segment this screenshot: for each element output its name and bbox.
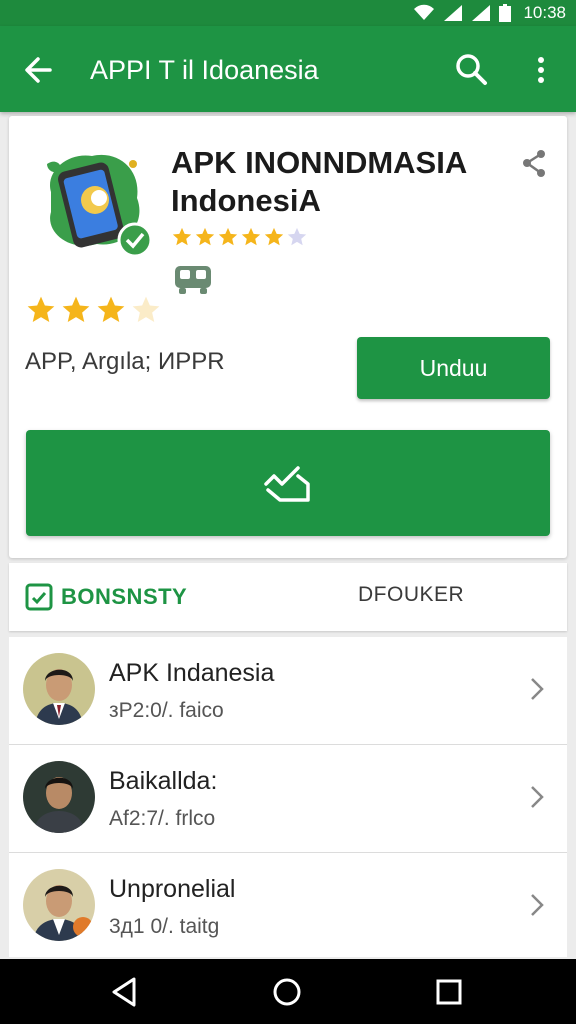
download-button[interactable]: Unduu [357, 337, 550, 399]
app-bar-title: APPI T il Idoanesia [90, 55, 319, 85]
avatar [23, 761, 95, 833]
avatar [23, 869, 95, 941]
bus-icon [175, 266, 211, 294]
star-icon [218, 227, 238, 246]
signal-icon [444, 5, 463, 21]
chevron-right-icon [531, 894, 544, 916]
app-bar: APPI T il Idoanesia [0, 26, 576, 112]
app-icon [47, 154, 153, 258]
system-nav-bar [0, 959, 576, 1024]
app-detail-card: APK INONNDMASIA IndonesiA APP, Argıla; И… [9, 116, 567, 558]
star-icon [264, 227, 284, 246]
big-star-rating [25, 294, 162, 328]
star-empty-icon [287, 227, 307, 246]
share-icon[interactable] [517, 146, 551, 180]
avatar [23, 653, 95, 725]
star-icon [62, 296, 90, 322]
checkbox-icon [25, 583, 53, 611]
search-icon[interactable] [452, 50, 490, 88]
small-star-rating [171, 226, 308, 248]
list-item-title: Baikallda: [109, 767, 218, 795]
list-item-subtitle: 3д1 0/. taitg [109, 915, 220, 938]
list-item[interactable]: Unpronelial 3д1 0/. taitg [9, 853, 567, 961]
star-icon [172, 227, 192, 246]
recents-square-icon[interactable] [432, 975, 466, 1009]
star-icon [241, 227, 261, 246]
back-triangle-icon[interactable] [108, 975, 142, 1009]
more-vert-icon[interactable] [526, 50, 556, 90]
chevron-right-icon [531, 786, 544, 808]
app-name-line2: IndonesiA [171, 183, 321, 218]
app-meta: APP, Argıla; ИPPR [25, 348, 225, 375]
chevron-right-icon [531, 678, 544, 700]
list-item-title: Unpronelial [109, 875, 236, 903]
tab-bar: BONSNSTY DFOUKER [9, 563, 567, 631]
home-circle-icon[interactable] [270, 975, 304, 1009]
list-item-subtitle: Af2:7/. frlco [109, 807, 216, 830]
install-button[interactable] [26, 430, 550, 536]
status-time: 10:38 [523, 3, 566, 22]
star-icon [97, 296, 125, 322]
install-check-icon [264, 466, 310, 502]
wifi-icon [414, 4, 435, 20]
signal-icon-2 [472, 5, 491, 21]
status-bar: 10:38 [0, 0, 576, 26]
app-name: APK INONNDMASIA IndonesiA [171, 144, 501, 220]
star-empty-icon [132, 296, 160, 322]
list-item-subtitle: зP2:0/. faico [109, 699, 224, 722]
tab-active-label: BONSNSTY [61, 584, 188, 609]
tab-active[interactable]: BONSNSTY [25, 581, 187, 613]
app-list: APK Indanesia зP2:0/. faico Baikallda: A… [9, 637, 567, 957]
list-item[interactable]: APK Indanesia зP2:0/. faico [9, 637, 567, 745]
star-icon [27, 296, 55, 322]
back-arrow-icon[interactable] [20, 52, 56, 88]
list-item[interactable]: Baikallda: Af2:7/. frlco [9, 745, 567, 853]
tab-other[interactable]: DFOUKER [358, 583, 464, 607]
app-name-line1: APK INONNDMASIA [171, 145, 468, 180]
status-icons: 10:38 [413, 2, 566, 24]
battery-icon [499, 4, 512, 22]
star-icon [195, 227, 215, 246]
list-item-title: APK Indanesia [109, 659, 275, 687]
